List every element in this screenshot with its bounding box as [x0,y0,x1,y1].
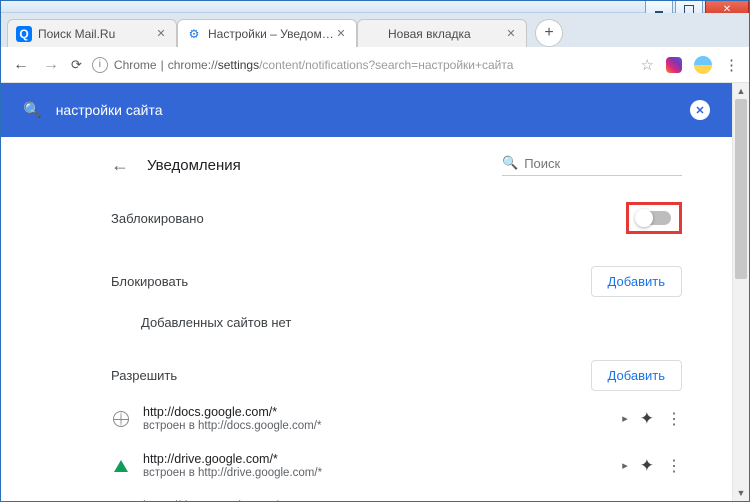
toolbar-icons: ☆ ⋮ [641,56,739,74]
chevron-right-icon[interactable]: ▸ [622,412,628,425]
block-section-title: Блокировать [111,274,591,289]
settings-icon: ⚙ [186,26,202,42]
site-row[interactable]: http://docs.google.com/* встроен в http:… [111,395,682,442]
url-scheme: chrome:// [168,58,218,72]
back-arrow-icon[interactable]: ← [111,155,129,176]
extension-icon: ✦ [640,456,654,476]
settings-search-query[interactable]: настройки сайта [56,102,690,118]
window-titlebar [1,1,749,13]
reload-button[interactable]: ⟳ [71,57,82,73]
tab-title: Поиск Mail.Ru [38,27,154,41]
site-url: https://docs.google.com/* [143,499,610,501]
site-text: https://docs.google.com/* встроен в http… [143,499,610,501]
browser-tab[interactable]: Новая вкладка ✕ [357,19,527,47]
nav-forward-button[interactable]: → [41,56,61,74]
page-content: 🔍 настройки сайта ✕ ← Уведомления 🔍 Забл… [1,83,732,501]
search-icon: 🔍 [23,101,42,119]
tab-title: Настройки – Уведомления [208,27,334,41]
address-bar-row: ← → ⟳ i Chrome | chrome://settings/conte… [1,47,749,83]
instagram-extension-icon[interactable] [666,57,682,73]
new-tab-button[interactable]: + [535,19,563,47]
content-wrap: 🔍 настройки сайта ✕ ← Уведомления 🔍 Забл… [1,83,749,501]
settings-search-header: 🔍 настройки сайта ✕ [1,83,732,137]
allow-add-button[interactable]: Добавить [591,360,682,391]
address-bar[interactable]: i Chrome | chrome://settings/content/not… [92,57,631,73]
site-url: http://docs.google.com/* [143,405,610,419]
site-text: http://docs.google.com/* встроен в http:… [143,405,610,432]
site-text: http://drive.google.com/* встроен в http… [143,452,610,479]
site-menu-icon[interactable]: ⋮ [666,409,682,429]
site-sub: встроен в http://docs.google.com/* [143,420,610,432]
browser-menu-icon[interactable]: ⋮ [724,56,739,74]
tab-close-icon[interactable]: ✕ [504,27,518,41]
mailru-icon: Q [16,26,32,42]
allow-section-title: Разрешить [111,368,591,383]
site-menu-icon[interactable]: ⋮ [666,456,682,476]
search-icon: 🔍 [502,155,518,171]
tab-title: Новая вкладка [388,27,504,41]
block-empty-text: Добавленных сайтов нет [111,301,682,348]
url-host: settings [218,58,259,72]
drive-icon [111,460,131,472]
tab-close-icon[interactable]: ✕ [154,27,168,41]
window-frame: Q Поиск Mail.Ru ✕ ⚙ Настройки – Уведомле… [0,0,750,502]
block-section-header: Блокировать Добавить [111,254,682,301]
url-path: /content/notifications?search=настройки+… [259,58,513,72]
site-url: http://drive.google.com/* [143,452,610,466]
clear-search-button[interactable]: ✕ [690,100,710,120]
site-row[interactable]: http://drive.google.com/* встроен в http… [111,442,682,489]
browser-tabs: Q Поиск Mail.Ru ✕ ⚙ Настройки – Уведомле… [1,13,749,47]
section-header: ← Уведомления 🔍 [111,137,682,182]
inline-search-field[interactable]: 🔍 [502,155,682,176]
scroll-up-arrow[interactable]: ▲ [733,83,749,99]
blocked-label: Заблокировано [111,211,626,226]
chevron-right-icon[interactable]: ▸ [622,459,628,472]
browser-tab[interactable]: Q Поиск Mail.Ru ✕ [7,19,177,47]
site-sub: встроен в http://drive.google.com/* [143,467,610,479]
vertical-scrollbar[interactable]: ▲ ▼ [732,83,749,501]
page-title: Уведомления [147,157,502,174]
tab-close-icon[interactable]: ✕ [334,27,348,41]
nav-back-button[interactable]: ← [11,56,31,74]
bookmark-icon[interactable]: ☆ [641,56,654,74]
allow-section-header: Разрешить Добавить [111,348,682,395]
site-info-icon[interactable]: i [92,57,108,73]
url-scheme-label: Chrome [114,58,157,72]
inline-search-input[interactable] [524,156,682,171]
block-add-button[interactable]: Добавить [591,266,682,297]
profile-avatar[interactable] [694,56,712,74]
blocked-toggle-row: Заблокировано [111,182,682,254]
allow-site-list: http://docs.google.com/* встроен в http:… [111,395,682,501]
blank-icon [366,26,382,42]
extension-icon: ✦ [640,409,654,429]
toggle-highlight-box [626,202,682,234]
scroll-down-arrow[interactable]: ▼ [733,485,749,501]
browser-tab[interactable]: ⚙ Настройки – Уведомления ✕ [177,19,357,47]
notifications-toggle[interactable] [637,211,671,225]
globe-icon [111,411,131,427]
site-row[interactable]: https://docs.google.com/* встроен в http… [111,489,682,501]
scroll-thumb[interactable] [735,99,747,279]
